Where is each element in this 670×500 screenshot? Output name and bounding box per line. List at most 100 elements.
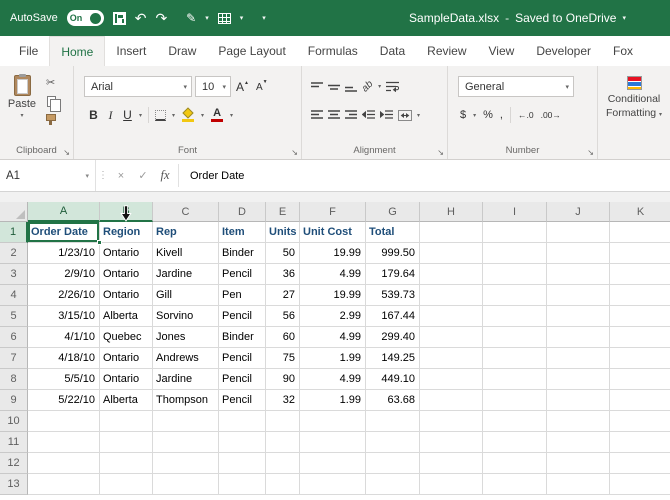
cell-G6[interactable]: 299.40 <box>366 327 420 348</box>
cell-D5[interactable]: Pencil <box>219 306 266 327</box>
cell-E3[interactable]: 36 <box>266 264 300 285</box>
cell-G1[interactable]: Total <box>366 222 420 243</box>
cell-I7[interactable] <box>483 348 547 369</box>
cell-E4[interactable]: 27 <box>266 285 300 306</box>
cell-C10[interactable] <box>153 411 219 432</box>
cell-D6[interactable]: Binder <box>219 327 266 348</box>
cell-I10[interactable] <box>483 411 547 432</box>
undo-icon[interactable]: ↶ <box>135 11 147 25</box>
cell-A8[interactable]: 5/5/10 <box>28 369 100 390</box>
cell-H7[interactable] <box>420 348 483 369</box>
cell-K13[interactable] <box>610 474 670 495</box>
cell-E7[interactable]: 75 <box>266 348 300 369</box>
cell-D4[interactable]: Pen <box>219 285 266 306</box>
cell-C8[interactable]: Jardine <box>153 369 219 390</box>
row-header-13[interactable]: 13 <box>0 474 28 495</box>
cell-A11[interactable] <box>28 432 100 453</box>
cell-E11[interactable] <box>266 432 300 453</box>
cell-H4[interactable] <box>420 285 483 306</box>
number-dialog-launcher-icon[interactable]: ↘ <box>587 148 594 157</box>
cell-G3[interactable]: 179.64 <box>366 264 420 285</box>
cell-F9[interactable]: 1.99 <box>300 390 366 411</box>
select-all-corner[interactable] <box>0 202 28 222</box>
cell-K8[interactable] <box>610 369 670 390</box>
cell-C9[interactable]: Thompson <box>153 390 219 411</box>
column-header-G[interactable]: G <box>366 202 420 222</box>
row-header-4[interactable]: 4 <box>0 285 28 306</box>
cell-J4[interactable] <box>547 285 610 306</box>
cell-F11[interactable] <box>300 432 366 453</box>
cell-D11[interactable] <box>219 432 266 453</box>
cell-B12[interactable] <box>100 453 153 474</box>
row-header-7[interactable]: 7 <box>0 348 28 369</box>
cell-I3[interactable] <box>483 264 547 285</box>
font-color-dropdown-icon[interactable]: ▾ <box>230 112 233 119</box>
orientation-icon[interactable]: ab <box>360 79 376 95</box>
column-header-E[interactable]: E <box>266 202 300 222</box>
cell-D7[interactable]: Pencil <box>219 348 266 369</box>
cell-J2[interactable] <box>547 243 610 264</box>
quick-access-more-icon[interactable]: ▾ <box>262 14 266 22</box>
italic-button[interactable]: I <box>105 109 116 121</box>
align-middle-icon[interactable] <box>328 82 340 92</box>
font-color-icon[interactable]: A <box>210 108 224 122</box>
alignment-dialog-launcher-icon[interactable]: ↘ <box>437 148 444 157</box>
cell-I6[interactable] <box>483 327 547 348</box>
cell-B1[interactable]: Region <box>100 222 153 243</box>
cell-D13[interactable] <box>219 474 266 495</box>
tab-draw[interactable]: Draw <box>157 36 207 66</box>
decrease-decimal-icon[interactable]: .00→ <box>541 111 561 120</box>
table-dropdown-icon[interactable]: ▾ <box>240 14 244 22</box>
align-bottom-icon[interactable] <box>345 82 357 92</box>
cell-I11[interactable] <box>483 432 547 453</box>
cell-H12[interactable] <box>420 453 483 474</box>
conditional-formatting-button[interactable]: Conditional Formatting ▾ <box>602 76 666 120</box>
font-dialog-launcher-icon[interactable]: ↘ <box>291 148 298 157</box>
cell-A12[interactable] <box>28 453 100 474</box>
cell-A4[interactable]: 2/26/10 <box>28 285 100 306</box>
tab-data[interactable]: Data <box>369 36 416 66</box>
cut-icon[interactable]: ✂ <box>46 78 55 89</box>
cell-B8[interactable]: Ontario <box>100 369 153 390</box>
merge-center-icon[interactable] <box>398 110 412 121</box>
increase-indent-icon[interactable] <box>380 110 393 120</box>
underline-button[interactable]: U <box>122 109 133 121</box>
cell-G13[interactable] <box>366 474 420 495</box>
cell-J1[interactable] <box>547 222 610 243</box>
cell-H8[interactable] <box>420 369 483 390</box>
cell-F5[interactable]: 2.99 <box>300 306 366 327</box>
cell-G11[interactable] <box>366 432 420 453</box>
cell-C4[interactable]: Gill <box>153 285 219 306</box>
cell-G4[interactable]: 539.73 <box>366 285 420 306</box>
align-left-icon[interactable] <box>311 110 323 120</box>
cell-J8[interactable] <box>547 369 610 390</box>
redo-icon[interactable]: ↷ <box>155 11 167 25</box>
insert-function-icon[interactable]: fx <box>154 160 176 191</box>
column-header-J[interactable]: J <box>547 202 610 222</box>
title-dropdown-icon[interactable]: ▾ <box>622 14 626 22</box>
underline-dropdown-icon[interactable]: ▾ <box>139 112 142 119</box>
percent-style-icon[interactable]: % <box>483 110 493 121</box>
save-icon[interactable] <box>113 12 126 25</box>
cell-K6[interactable] <box>610 327 670 348</box>
cell-G5[interactable]: 167.44 <box>366 306 420 327</box>
cell-K9[interactable] <box>610 390 670 411</box>
formula-bar-handle[interactable]: ⋮ <box>96 160 110 191</box>
tab-formulas[interactable]: Formulas <box>297 36 369 66</box>
cell-K4[interactable] <box>610 285 670 306</box>
cell-C11[interactable] <box>153 432 219 453</box>
format-painter-icon[interactable] <box>46 114 56 126</box>
cell-A7[interactable]: 4/18/10 <box>28 348 100 369</box>
cell-B6[interactable]: Quebec <box>100 327 153 348</box>
row-header-5[interactable]: 5 <box>0 306 28 327</box>
cell-J9[interactable] <box>547 390 610 411</box>
cell-D3[interactable]: Pencil <box>219 264 266 285</box>
align-center-icon[interactable] <box>328 110 340 120</box>
cell-A3[interactable]: 2/9/10 <box>28 264 100 285</box>
table-icon[interactable] <box>218 13 231 24</box>
autosave-toggle[interactable]: On <box>67 10 104 26</box>
cancel-icon[interactable]: × <box>110 160 132 191</box>
cell-E5[interactable]: 56 <box>266 306 300 327</box>
cell-G9[interactable]: 63.68 <box>366 390 420 411</box>
cell-I2[interactable] <box>483 243 547 264</box>
